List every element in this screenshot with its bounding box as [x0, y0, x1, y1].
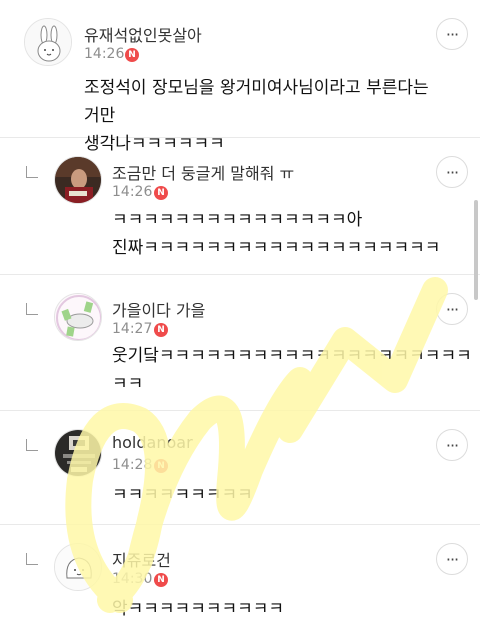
new-badge: N: [154, 323, 168, 337]
new-badge: N: [154, 186, 168, 200]
bunny-avatar-icon[interactable]: [24, 18, 72, 66]
new-badge: N: [154, 459, 168, 473]
more-options-button[interactable]: ···: [436, 429, 468, 461]
comment-author[interactable]: 조금만 더 둥글게 말해줘 ㅠ: [112, 160, 294, 184]
doodle-avatar-icon[interactable]: [54, 543, 102, 591]
more-options-button[interactable]: ···: [436, 156, 468, 188]
money-cloud-avatar-icon[interactable]: [54, 293, 102, 341]
more-options-button[interactable]: ···: [436, 293, 468, 325]
comment-time: 14:27: [112, 321, 153, 337]
reply-item: 가을이다 가을 14:27 N ··· 웃기닼ㅋㅋㅋㅋㅋㅋㅋㅋㅋㅋㅋㅋㅋㅋㅋㅋㅋ…: [0, 275, 480, 411]
reply-arrow-icon: [26, 439, 38, 451]
comment-item: 유재석없인못살아 14:26 N ··· 조정석이 장모님을 왕거미여사님이라고…: [0, 0, 480, 154]
dark-photo-avatar-icon[interactable]: [54, 429, 102, 477]
more-options-button[interactable]: ···: [436, 543, 468, 575]
comment-time: 14:26: [112, 184, 153, 200]
new-badge: N: [125, 48, 139, 62]
reply-arrow-icon: [26, 166, 38, 178]
scrollbar[interactable]: [474, 200, 478, 300]
comment-author[interactable]: 유재석없인못살아: [84, 22, 202, 46]
reply-item: holdanoar 14:28 N ··· ㅋㅋㅋㅋㅋㅋㅋㅋㅋ: [0, 411, 480, 525]
comment-time: 14:30: [112, 571, 153, 587]
comment-text: 웃기닼ㅋㅋㅋㅋㅋㅋㅋㅋㅋㅋㅋㅋㅋㅋㅋㅋㅋㅋㅋㅋ ㅋㅋ: [112, 346, 472, 394]
comment-text: 악ㅋㅋㅋㅋㅋㅋㅋㅋㅋㅋ: [112, 599, 285, 619]
comment-text: ㅋㅋㅋㅋㅋㅋㅋㅋㅋㅋㅋㅋㅋㅋㅋ아 진짜ㅋㅋㅋㅋㅋㅋㅋㅋㅋㅋㅋㅋㅋㅋㅋㅋㅋㅋㅋ: [112, 210, 441, 258]
photo-avatar-icon[interactable]: [54, 156, 102, 204]
reply-arrow-icon: [26, 553, 38, 565]
reply-item: 조금만 더 둥글게 말해줘 ㅠ 14:26 N ··· ㅋㅋㅋㅋㅋㅋㅋㅋㅋㅋㅋㅋ…: [0, 138, 480, 275]
comment-time: 14:26: [84, 46, 125, 62]
more-options-button[interactable]: ···: [436, 18, 468, 50]
reply-item: 지쥬로건 14:30 N ··· 악ㅋㅋㅋㅋㅋㅋㅋㅋㅋㅋ: [0, 525, 480, 632]
reply-arrow-icon: [26, 303, 38, 315]
comment-time: 14:28: [112, 457, 153, 473]
comment-text: ㅋㅋㅋㅋㅋㅋㅋㅋㅋ: [112, 485, 253, 505]
comment-list: 유재석없인못살아 14:26 N ··· 조정석이 장모님을 왕거미여사님이라고…: [0, 0, 480, 632]
comment-author[interactable]: holdanoar: [112, 433, 193, 452]
new-badge: N: [154, 573, 168, 587]
comment-author[interactable]: 가을이다 가을: [112, 297, 205, 321]
comment-author[interactable]: 지쥬로건: [112, 547, 171, 571]
